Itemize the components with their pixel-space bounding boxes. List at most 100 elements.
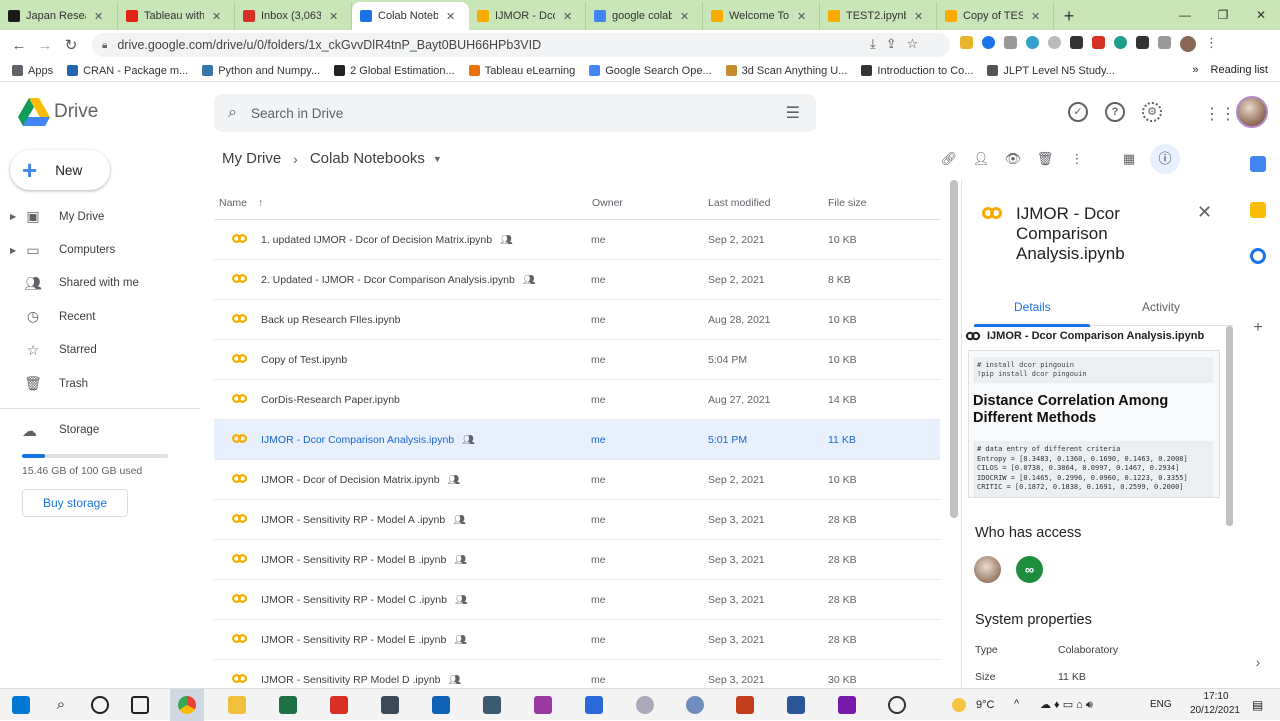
tab-close-icon[interactable]: ✕ xyxy=(212,10,221,23)
browser-tab[interactable]: IJMOR - Dcor ✕ xyxy=(469,2,586,30)
table-row[interactable]: IJMOR - Sensitivity RP - Model A .ipynb 👥… xyxy=(214,500,940,540)
share-icon[interactable]: ⇪ xyxy=(886,36,897,52)
close-icon[interactable]: ✕ xyxy=(1197,202,1212,223)
puzzle-icon[interactable] xyxy=(1136,36,1149,49)
new-button[interactable]: + New xyxy=(10,150,110,190)
browser-tab[interactable]: Welcome To C ✕ xyxy=(703,2,820,30)
reading-list-link[interactable]: Reading list xyxy=(1211,64,1268,76)
tab-close-icon[interactable]: ✕ xyxy=(914,10,923,23)
notifications-icon[interactable]: ▤ xyxy=(1252,698,1263,712)
tab-details[interactable]: Details xyxy=(1014,300,1051,314)
bookmark-item[interactable]: Apps xyxy=(12,65,53,77)
link-sharing-icon[interactable]: ∞ xyxy=(1016,556,1043,583)
browser-tab[interactable]: TEST2.ipynb - ✕ xyxy=(820,2,937,30)
chrome-icon[interactable] xyxy=(178,696,196,714)
file-list-scrollbar[interactable] xyxy=(950,180,958,518)
expand-arrow-icon[interactable]: ▶ xyxy=(10,212,16,221)
app-icon[interactable] xyxy=(483,696,501,714)
tab-close-icon[interactable]: ✕ xyxy=(797,10,806,23)
url-field[interactable]: 🔒︎ drive.google.com/drive/u/0/folders/1x… xyxy=(92,33,950,57)
share-person-icon[interactable]: 👤︎ xyxy=(970,148,992,170)
word-icon[interactable] xyxy=(787,696,805,714)
preview-eye-icon[interactable]: 👁︎ xyxy=(1002,148,1024,170)
keep-icon[interactable] xyxy=(1250,202,1266,218)
add-addon-icon[interactable]: + xyxy=(1250,320,1266,336)
browser-tab[interactable]: Japan Researc ✕ xyxy=(0,2,118,30)
more-actions-icon[interactable]: ⋮ xyxy=(1066,148,1088,170)
install-icon[interactable]: ⤓ xyxy=(870,36,876,52)
language-indicator[interactable]: ENG xyxy=(1150,699,1172,710)
extension-icon[interactable] xyxy=(1004,36,1017,49)
browser-tab[interactable]: google colab ✕ xyxy=(586,2,703,30)
powerpoint-icon[interactable] xyxy=(736,696,754,714)
browser-tab[interactable]: Tableau with P ✕ xyxy=(118,2,235,30)
column-size[interactable]: File size xyxy=(828,197,867,209)
windows-start-icon[interactable] xyxy=(12,696,30,714)
column-owner[interactable]: Owner xyxy=(592,197,623,209)
tab-close-icon[interactable]: ✕ xyxy=(680,10,689,23)
tab-close-icon[interactable]: ✕ xyxy=(329,10,338,23)
app-icon[interactable] xyxy=(534,696,552,714)
details-scrollbar[interactable] xyxy=(1226,326,1233,526)
bookmark-item[interactable]: 3d Scan Anything U... xyxy=(725,65,847,77)
table-row[interactable]: Copy of Test.ipynb me 5:04 PM 10 KB xyxy=(214,340,940,380)
extension-icon[interactable] xyxy=(1026,36,1039,49)
rstudio-icon[interactable] xyxy=(686,696,704,714)
buy-storage-button[interactable]: Buy storage xyxy=(22,489,128,517)
extension-icon[interactable] xyxy=(1092,36,1105,49)
file-explorer-icon[interactable] xyxy=(228,696,246,714)
bookmark-item[interactable]: Google Search Ope... xyxy=(589,65,712,77)
google-apps-icon[interactable]: ⋮⋮ xyxy=(1204,104,1236,124)
breadcrumb-current[interactable]: Colab Notebooks xyxy=(310,150,425,167)
search-options-icon[interactable]: ☰ xyxy=(786,103,800,123)
extension-icon[interactable] xyxy=(960,36,973,49)
help-icon[interactable]: ? xyxy=(1105,102,1125,122)
forward-icon[interactable]: → xyxy=(32,37,58,54)
column-modified[interactable]: Last modified xyxy=(708,197,770,209)
outlook-icon[interactable] xyxy=(432,696,450,714)
cortana-icon[interactable] xyxy=(91,696,109,714)
tab-close-icon[interactable]: ✕ xyxy=(563,10,572,23)
table-row[interactable]: IJMOR - Dcor of Decision Matrix.ipynb 👥︎ m… xyxy=(214,460,940,500)
table-row[interactable]: IJMOR - Sensitivity RP - Model E .ipynb 👥… xyxy=(214,620,940,660)
browser-tab[interactable]: Colab Notebo ✕ xyxy=(352,2,469,30)
trash-icon[interactable]: 🗑︎ xyxy=(1034,148,1056,170)
sort-arrow-up-icon[interactable]: ↑ xyxy=(258,197,263,209)
expand-panel-icon[interactable]: › xyxy=(1250,654,1266,670)
bookmark-item[interactable]: Tableau eLearning xyxy=(468,65,575,77)
calendar-icon[interactable] xyxy=(1250,156,1266,172)
sidebar-icon[interactable] xyxy=(1158,36,1171,49)
tray-icons[interactable]: ☁ ♦ ▭ ⌂ 🔊︎ xyxy=(1040,698,1093,712)
tab-close-icon[interactable]: ✕ xyxy=(94,10,103,23)
bookmark-star-icon[interactable]: ☆ xyxy=(907,36,919,52)
table-row[interactable]: IJMOR - Dcor Comparison Analysis.ipynb 👥︎… xyxy=(214,420,940,460)
app-icon[interactable] xyxy=(585,696,603,714)
table-row[interactable]: 2. Updated - IJMOR - Dcor Comparison Ana… xyxy=(214,260,940,300)
sidebar-item-shared-with-me[interactable]: 👥︎ Shared with me xyxy=(0,267,200,300)
extension-icon[interactable] xyxy=(982,36,995,49)
minimize-icon[interactable]: — xyxy=(1166,8,1204,22)
reload-icon[interactable]: ↻ xyxy=(58,36,84,54)
tasks-icon[interactable] xyxy=(1250,248,1266,264)
browser-tab[interactable]: Copy of TEST2 ✕ xyxy=(937,2,1054,30)
menu-dots-icon[interactable]: ⋮ xyxy=(1205,36,1218,49)
bookmark-item[interactable]: CRAN - Package m... xyxy=(67,65,188,77)
maximize-icon[interactable]: ❐ xyxy=(1204,8,1242,22)
weather-temp[interactable]: 9°C xyxy=(976,699,994,711)
search-icon[interactable]: ⌕ xyxy=(228,104,237,122)
sidebar-item-trash[interactable]: 🗑︎ Trash xyxy=(0,367,200,400)
details-info-icon[interactable]: ⓘ xyxy=(1150,144,1180,174)
r-console-icon[interactable] xyxy=(636,696,654,714)
more-bookmarks-icon[interactable]: » xyxy=(1192,64,1198,76)
tab-activity[interactable]: Activity xyxy=(1142,300,1180,314)
back-icon[interactable]: ← xyxy=(6,37,32,54)
bookmark-item[interactable]: Introduction to Co... xyxy=(861,65,973,77)
get-link-icon[interactable]: 🔗︎ xyxy=(938,148,960,170)
browser-tab[interactable]: Inbox (3,063) ✕ xyxy=(235,2,352,30)
extension-icon[interactable] xyxy=(1070,36,1083,49)
new-tab-icon[interactable]: + xyxy=(1054,2,1084,30)
clock-time[interactable]: 17:10 xyxy=(1196,691,1236,702)
search-input[interactable]: ⌕ Search in Drive ☰ xyxy=(214,94,816,132)
table-row[interactable]: 1. updated IJMOR - Dcor of Decision Matr… xyxy=(214,220,940,260)
tableau-icon[interactable] xyxy=(381,696,399,714)
